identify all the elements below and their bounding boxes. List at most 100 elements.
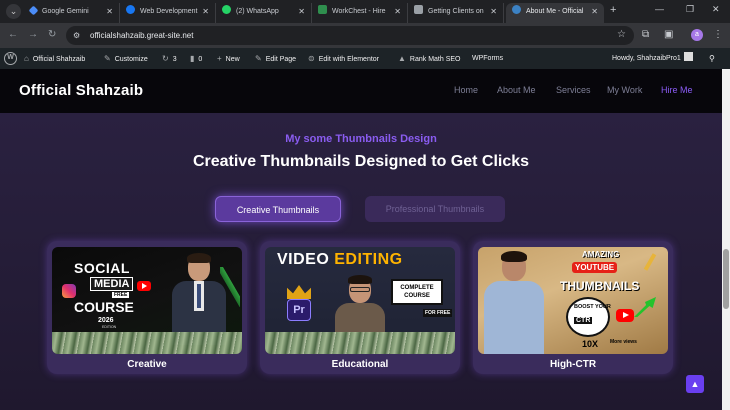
- back-icon[interactable]: ←: [8, 29, 18, 40]
- thumbnails-section: My some Thumbnails Design Creative Thumb…: [0, 113, 722, 410]
- thumb-text: 10X: [582, 339, 599, 349]
- page-icon: [414, 5, 423, 14]
- close-tab-icon[interactable]: ✕: [106, 3, 113, 21]
- adminbar-edit-elementor[interactable]: ⊜ Edit with Elementor: [308, 48, 379, 69]
- pencil-icon: [643, 253, 657, 271]
- tab-about-me[interactable]: About Me - Official ✕: [506, 3, 604, 23]
- profile-avatar[interactable]: a: [691, 29, 703, 41]
- thumb-text: CTR: [574, 317, 593, 324]
- dashboard-icon: ⌂: [24, 54, 29, 63]
- smiling-man-figure: [484, 251, 544, 354]
- browser-tab-strip: ⌄ Google Gemini ✕ Web Development ✕ (2) …: [0, 0, 730, 23]
- extensions-icon[interactable]: ⧉: [642, 29, 649, 40]
- nav-home[interactable]: Home: [454, 85, 478, 95]
- new-tab-icon[interactable]: +: [610, 4, 616, 16]
- youtube-icon: [616, 309, 634, 322]
- adminbar-site-name[interactable]: ⌂ Official Shahzaib: [24, 48, 85, 69]
- browser-menu-icon[interactable]: ⋮: [713, 29, 723, 40]
- address-bar[interactable]: ⚙ officialshahzaib.great-site.net ☆: [66, 26, 634, 45]
- updates-icon: ↻: [162, 54, 169, 63]
- card-label: Educational: [331, 359, 389, 370]
- thumb-text: 2026: [98, 317, 114, 324]
- filter-creative-thumbnails-button[interactable]: Creative Thumbnails: [215, 196, 341, 222]
- nav-my-work[interactable]: My Work: [607, 85, 642, 95]
- tab-getting-clients[interactable]: Getting Clients on ✕: [408, 3, 504, 23]
- reload-icon[interactable]: ↻: [48, 29, 56, 40]
- thumbnail-image-video-editing[interactable]: VIDEO EDITING Pr COMPLETE COURSE FOR FRE…: [265, 247, 455, 354]
- pencil-icon: ✎: [255, 54, 262, 63]
- thumbnail-card-high-ctr[interactable]: AMAZING YOUTUBE THUMBNAILS BOOST YOUR CT…: [473, 241, 673, 374]
- close-window-icon[interactable]: ✕: [712, 4, 720, 15]
- forward-icon[interactable]: →: [28, 29, 38, 40]
- thumb-text: BOOST YOUR: [574, 304, 611, 310]
- user-avatar: [683, 52, 693, 61]
- wordpress-logo-icon[interactable]: W: [4, 52, 17, 65]
- restore-icon[interactable]: ❐: [686, 4, 694, 15]
- adminbar-search-icon[interactable]: ⚲: [709, 48, 715, 69]
- growth-arrow-icon: [634, 297, 656, 317]
- thumb-text: SOCIAL: [74, 260, 130, 276]
- gemini-icon: [28, 5, 39, 16]
- thumbnail-image-youtube-thumbnails[interactable]: AMAZING YOUTUBE THUMBNAILS BOOST YOUR CT…: [478, 247, 668, 354]
- tab-whatsapp[interactable]: (2) WhatsApp ✕: [216, 3, 312, 23]
- section-headline: Creative Thumbnails Designed to Get Clic…: [192, 153, 530, 170]
- tab-web-development[interactable]: Web Development ✕: [120, 3, 216, 23]
- close-tab-icon[interactable]: ✕: [591, 3, 598, 21]
- tab-google-gemini[interactable]: Google Gemini ✕: [24, 3, 120, 23]
- cash-stack-graphic: [52, 332, 242, 354]
- workchest-icon: [318, 5, 327, 14]
- adminbar-wpforms[interactable]: WPForms: [472, 48, 503, 69]
- adminbar-howdy[interactable]: Howdy, ShahzaibPro1: [612, 48, 693, 69]
- close-tab-icon[interactable]: ✕: [298, 3, 305, 21]
- rank-math-icon: ▲: [398, 54, 406, 63]
- page-scrollbar[interactable]: [722, 69, 730, 410]
- close-tab-icon[interactable]: ✕: [490, 3, 497, 21]
- bookmark-star-icon[interactable]: ☆: [617, 29, 626, 40]
- card-label: Creative: [127, 359, 167, 370]
- youtube-icon: [137, 281, 151, 291]
- scrollbar-thumb[interactable]: [723, 249, 729, 309]
- adminbar-new[interactable]: + New: [217, 48, 240, 69]
- wordpress-icon: [512, 5, 521, 14]
- site-header: Official Shahzaib Home About Me Services…: [0, 69, 722, 113]
- thumb-text: COURSE: [74, 299, 134, 315]
- tab-search-chevron-icon[interactable]: ⌄: [6, 4, 21, 19]
- site-logo[interactable]: Official Shahzaib: [19, 82, 143, 99]
- scroll-to-top-button[interactable]: ▲: [686, 375, 704, 393]
- thumb-text: More views: [610, 339, 637, 345]
- site-info-icon[interactable]: ⚙: [73, 30, 84, 41]
- minimize-icon[interactable]: —: [655, 4, 664, 14]
- section-eyebrow: My some Thumbnails Design: [285, 133, 437, 145]
- cash-stack-graphic: [265, 332, 455, 354]
- close-tab-icon[interactable]: ✕: [394, 3, 401, 21]
- url-text: officialshahzaib.great-site.net: [90, 31, 194, 40]
- adminbar-updates[interactable]: ↻ 3: [162, 48, 177, 69]
- card-label: High-CTR: [549, 359, 597, 370]
- for-free-badge: FOR FREE: [423, 309, 453, 317]
- filter-professional-thumbnails-button[interactable]: Professional Thumbnails: [365, 196, 505, 222]
- whatsapp-icon: [222, 5, 231, 14]
- browser-toolbar: ← → ↻ ⚙ officialshahzaib.great-site.net …: [0, 23, 730, 48]
- nav-services[interactable]: Services: [556, 85, 591, 95]
- adminbar-customize[interactable]: ✎ Customize: [104, 48, 148, 69]
- elementor-icon: ⊜: [308, 54, 315, 63]
- thumbnail-card-educational[interactable]: VIDEO EDITING Pr COMPLETE COURSE FOR FRE…: [260, 241, 460, 374]
- adminbar-comments[interactable]: ▮ 0: [190, 48, 202, 69]
- nav-about-me[interactable]: About Me: [497, 85, 536, 95]
- adminbar-edit-page[interactable]: ✎ Edit Page: [255, 48, 296, 69]
- complete-course-box: COMPLETE COURSE: [391, 279, 443, 305]
- thumbnail-image-social-media-course[interactable]: SOCIAL MEDIA FREE COURSE 2026 EDITION: [52, 247, 242, 354]
- split-view-icon[interactable]: ▣: [664, 29, 673, 40]
- thumbnail-card-creative[interactable]: SOCIAL MEDIA FREE COURSE 2026 EDITION Cr…: [47, 241, 247, 374]
- facebook-icon: [126, 5, 135, 14]
- man-with-glasses-figure: [333, 273, 387, 333]
- tab-workchest[interactable]: WorkChest - Hire ✕: [312, 3, 408, 23]
- thumb-text: MEDIA: [90, 277, 134, 291]
- thumb-text: FREE: [112, 292, 130, 298]
- adminbar-rank-math[interactable]: ▲ Rank Math SEO: [398, 48, 461, 69]
- close-tab-icon[interactable]: ✕: [202, 3, 209, 21]
- comment-icon: ▮: [190, 54, 195, 63]
- nav-hire-me[interactable]: Hire Me: [661, 85, 693, 95]
- instagram-icon: [62, 284, 76, 298]
- thumb-text: AMAZING: [582, 250, 620, 259]
